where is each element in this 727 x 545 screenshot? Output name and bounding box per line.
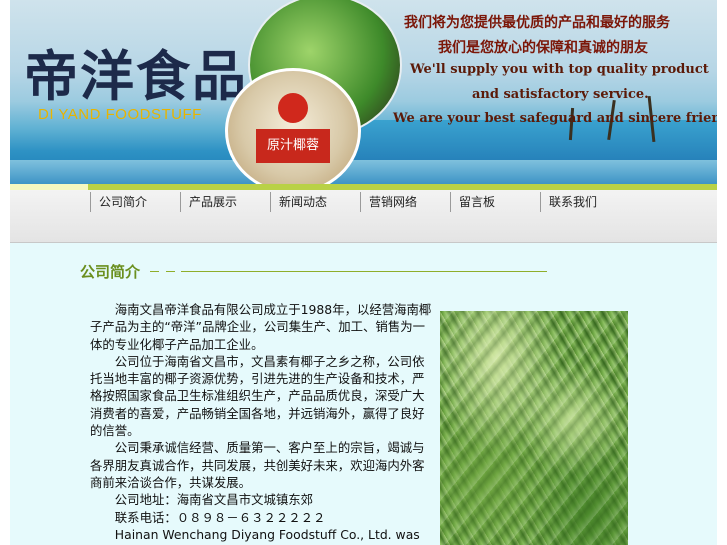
intro-paragraph: 海南文昌帝洋食品有限公司成立于1988年，以经营海南椰子产品为主的“帝洋”品牌企… bbox=[90, 302, 432, 352]
slogan-line-3: We'll supply you with top quality produc… bbox=[410, 62, 709, 77]
can-label: 原汁椰蓉 bbox=[256, 129, 330, 163]
divider-dash bbox=[150, 271, 159, 272]
intro-paragraph: 联系电话：０８９８－６３２２２２２ bbox=[114, 509, 326, 525]
brand-logo-icon bbox=[278, 93, 308, 123]
divider-dash bbox=[166, 271, 175, 272]
nav-item-news[interactable]: 新闻动态 bbox=[270, 192, 327, 212]
shore-background bbox=[10, 160, 717, 184]
nav-item-guestbook[interactable]: 留言板 bbox=[450, 192, 495, 212]
slogan-line-1: 我们将为您提供最优质的产品和最好的服务 bbox=[404, 15, 670, 31]
logo-chinese: 帝洋食品 bbox=[24, 44, 248, 108]
nav-item-contact[interactable]: 联系我们 bbox=[540, 192, 597, 212]
photo-texture bbox=[440, 311, 628, 545]
slogan-line-2: 我们是您放心的保障和真诚的朋友 bbox=[438, 40, 648, 56]
product-can-photo: 原汁椰蓉 bbox=[225, 68, 361, 184]
intro-text: 海南文昌帝洋食品有限公司成立于1988年，以经营海南椰子产品为主的“帝洋”品牌企… bbox=[90, 301, 434, 543]
slogan-line-5: We are your best safeguard and sincere f… bbox=[393, 111, 717, 126]
palm-trees-photo bbox=[440, 311, 628, 545]
page-title: 公司简介 bbox=[80, 263, 141, 281]
intro-paragraph-en: Hainan Wenchang Diyang Foodstuff Co., Lt… bbox=[114, 526, 420, 542]
title-divider bbox=[150, 271, 548, 273]
nav-item-products[interactable]: 产品展示 bbox=[180, 192, 237, 212]
slogan-line-4: and satisfactory service. bbox=[472, 87, 649, 102]
page-frame: 帝洋食品 DI YAND FOODSTUFF 原汁椰蓉 我们将为您提供最优质的产… bbox=[10, 0, 717, 545]
intro-paragraph: 公司秉承诚信经营、质量第一、客户至上的宗旨，竭诚与各界朋友真诚合作，共同发展，共… bbox=[90, 440, 425, 490]
divider-line bbox=[181, 271, 547, 272]
logo-english: DI YAND FOODSTUFF bbox=[38, 106, 202, 123]
main-nav: 公司简介 产品展示 新闻动态 营销网络 留言板 联系我们 bbox=[10, 190, 717, 243]
intro-paragraph: 公司地址：海南省文昌市文城镇东郊 bbox=[114, 492, 314, 508]
nav-item-network[interactable]: 营销网络 bbox=[360, 192, 417, 212]
intro-paragraph: 公司位于海南省文昌市，文昌素有椰子之乡之称，公司依托当地丰富的椰子资源优势，引进… bbox=[90, 353, 425, 439]
header-banner: 帝洋食品 DI YAND FOODSTUFF 原汁椰蓉 我们将为您提供最优质的产… bbox=[10, 0, 717, 184]
nav-item-about[interactable]: 公司简介 bbox=[90, 192, 147, 212]
